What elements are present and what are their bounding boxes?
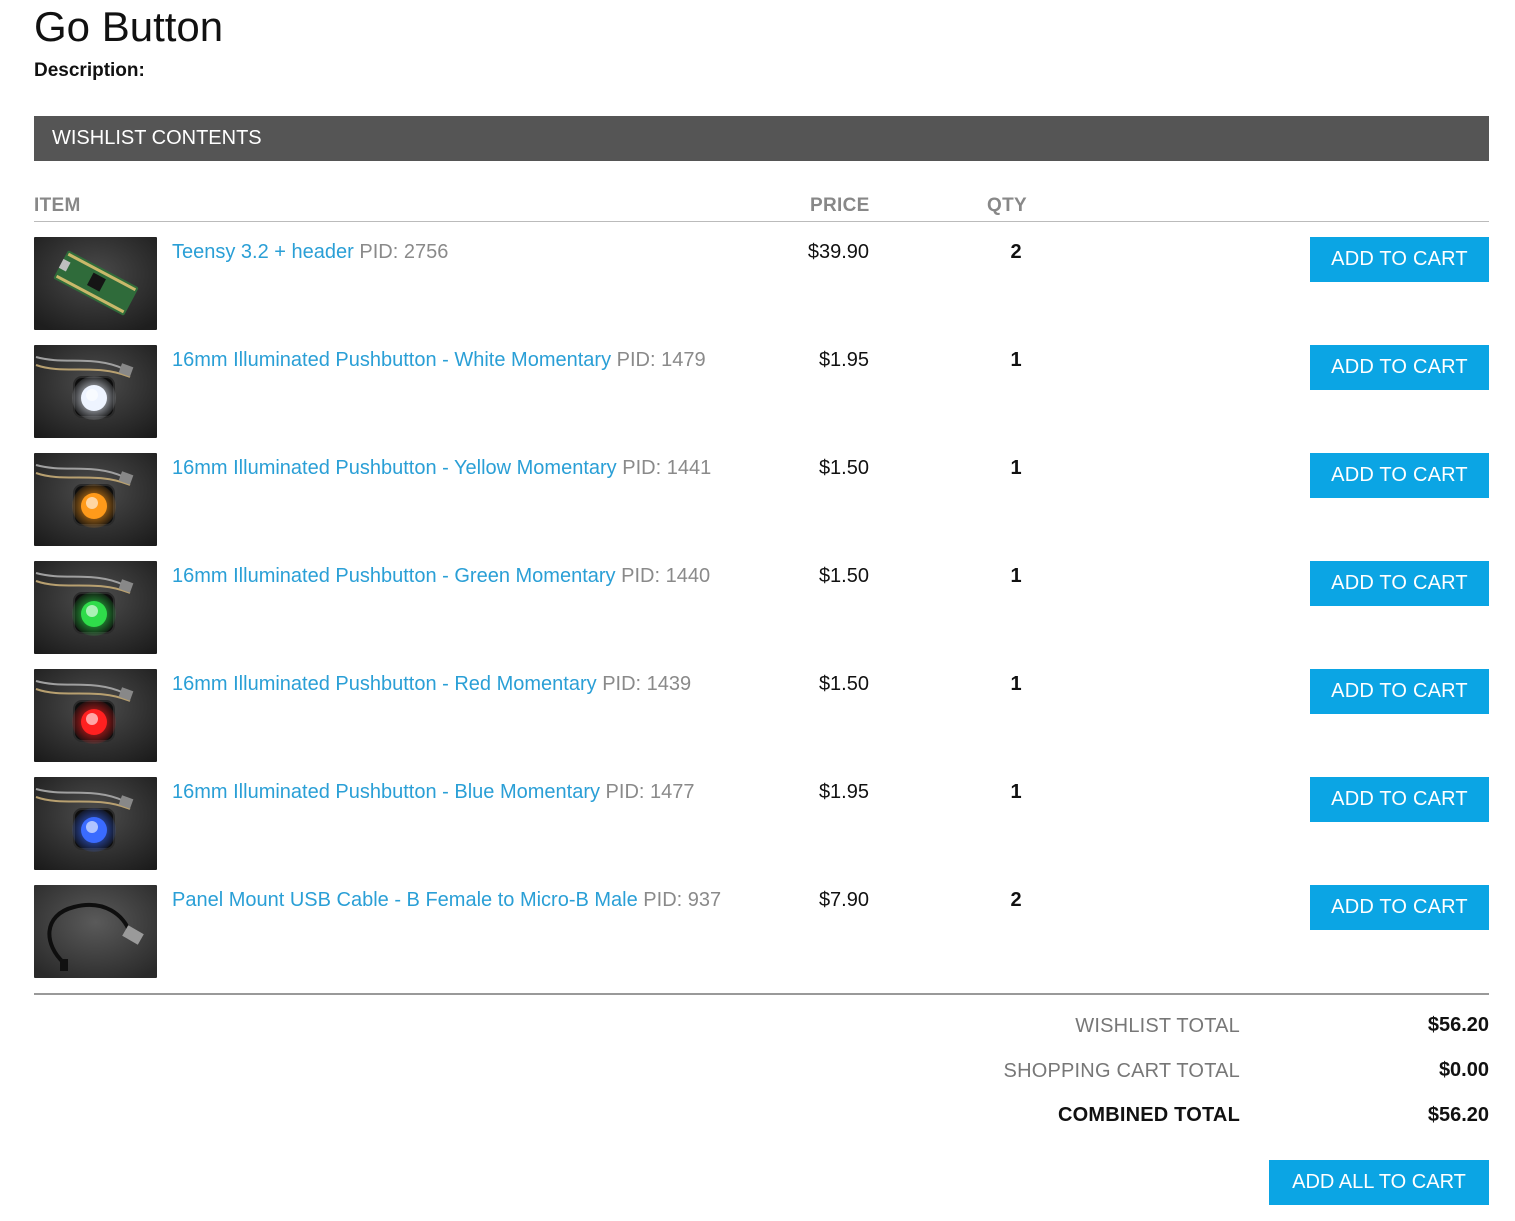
item-name-link[interactable]: 16mm Illuminated Pushbutton - Red Moment… <box>172 673 597 695</box>
item-qty: 1 <box>1010 781 1022 803</box>
blue-pushbutton-thumbnail[interactable] <box>34 777 157 870</box>
column-header-price: PRICE <box>810 195 870 216</box>
pid-label: PID: <box>602 673 642 695</box>
pid-value: 1440 <box>665 565 711 587</box>
column-header-qty: QTY <box>987 195 1027 216</box>
item-qty: 1 <box>1010 457 1022 479</box>
pid-label: PID: <box>621 565 661 587</box>
item-qty: 1 <box>1010 349 1022 371</box>
pid-value: 2756 <box>403 241 449 263</box>
wishlist-total-value: $56.20 <box>1427 1014 1489 1036</box>
yellow-pushbutton-thumbnail[interactable] <box>34 453 157 546</box>
green-pushbutton-thumbnail[interactable] <box>34 561 157 654</box>
add-to-cart-button[interactable]: ADD TO CART <box>1310 345 1489 390</box>
combined-total-label: COMBINED TOTAL <box>1057 1104 1240 1126</box>
item-description: 16mm Illuminated Pushbutton - White Mome… <box>172 345 752 375</box>
item-name-link[interactable]: Teensy 3.2 + header <box>172 241 354 263</box>
item-description: Panel Mount USB Cable - B Female to Micr… <box>172 885 752 915</box>
item-price: $1.95 <box>818 349 869 371</box>
add-all-to-cart-button[interactable]: ADD ALL TO CART <box>1269 1160 1489 1205</box>
combined-total-value: $56.20 <box>1427 1104 1489 1126</box>
pid-label: PID: <box>622 457 662 479</box>
pid-label: PID: <box>359 241 399 263</box>
pid-value: 1477 <box>650 781 695 803</box>
white-pushbutton-thumbnail[interactable] <box>34 345 157 438</box>
item-qty: 1 <box>1010 673 1022 695</box>
pid-label: PID: <box>616 349 656 371</box>
page-title: Go Button <box>34 3 224 50</box>
cart-total-value: $0.00 <box>1438 1059 1489 1081</box>
item-price: $1.50 <box>818 673 869 695</box>
item-price: $1.95 <box>818 781 869 803</box>
add-to-cart-button[interactable]: ADD TO CART <box>1310 453 1489 498</box>
item-price: $39.90 <box>807 241 869 263</box>
item-qty: 2 <box>1010 241 1022 263</box>
description-label: Description: <box>34 60 145 81</box>
item-description: 16mm Illuminated Pushbutton - Red Moment… <box>172 669 752 699</box>
wishlist-row: 16mm Illuminated Pushbutton - Yellow Mom… <box>34 453 1489 546</box>
pid-value: 1439 <box>646 673 692 695</box>
item-price: $1.50 <box>818 457 869 479</box>
footer-divider <box>34 993 1489 995</box>
add-to-cart-button[interactable]: ADD TO CART <box>1310 561 1489 606</box>
wishlist-header: WISHLIST CONTENTS <box>34 116 1489 161</box>
item-description: 16mm Illuminated Pushbutton - Blue Momen… <box>172 777 752 807</box>
item-description: 16mm Illuminated Pushbutton - Green Mome… <box>172 561 752 591</box>
wishlist-row: 16mm Illuminated Pushbutton - White Mome… <box>34 345 1489 438</box>
item-name-link[interactable]: 16mm Illuminated Pushbutton - White Mome… <box>172 349 611 371</box>
item-description: Teensy 3.2 + header PID: 2756 <box>172 237 752 267</box>
pid-label: PID: <box>643 889 683 911</box>
item-price: $1.50 <box>818 565 869 587</box>
wishlist-row: Panel Mount USB Cable - B Female to Micr… <box>34 885 1489 978</box>
item-price: $7.90 <box>818 889 869 911</box>
add-to-cart-button[interactable]: ADD TO CART <box>1310 777 1489 822</box>
add-to-cart-button[interactable]: ADD TO CART <box>1310 237 1489 282</box>
item-name-link[interactable]: 16mm Illuminated Pushbutton - Yellow Mom… <box>172 457 617 479</box>
pid-value: 937 <box>687 889 722 911</box>
wishlist-row: 16mm Illuminated Pushbutton - Red Moment… <box>34 669 1489 762</box>
usb-cable-thumbnail[interactable] <box>34 885 157 978</box>
header-divider <box>34 221 1489 222</box>
pid-value: 1479 <box>661 349 706 371</box>
teensy-board-thumbnail[interactable] <box>34 237 157 330</box>
wishlist-total-label: WISHLIST TOTAL <box>1075 1015 1240 1037</box>
item-name-link[interactable]: 16mm Illuminated Pushbutton - Green Mome… <box>172 565 616 587</box>
add-to-cart-button[interactable]: ADD TO CART <box>1310 885 1489 930</box>
pid-label: PID: <box>605 781 645 803</box>
item-description: 16mm Illuminated Pushbutton - Yellow Mom… <box>172 453 752 483</box>
cart-total-label: SHOPPING CART TOTAL <box>1003 1060 1240 1082</box>
column-header-item: ITEM <box>34 195 81 216</box>
wishlist-row: 16mm Illuminated Pushbutton - Green Mome… <box>34 561 1489 654</box>
wishlist-row: Teensy 3.2 + header PID: 2756 $39.90 2 ADD … <box>34 237 1489 330</box>
add-to-cart-button[interactable]: ADD TO CART <box>1310 669 1489 714</box>
red-pushbutton-thumbnail[interactable] <box>34 669 157 762</box>
pid-value: 1441 <box>666 457 712 479</box>
item-qty: 1 <box>1010 565 1022 587</box>
item-name-link[interactable]: Panel Mount USB Cable - B Female to Micr… <box>172 889 638 911</box>
wishlist-row: 16mm Illuminated Pushbutton - Blue Momen… <box>34 777 1489 870</box>
item-name-link[interactable]: 16mm Illuminated Pushbutton - Blue Momen… <box>172 781 600 803</box>
item-qty: 2 <box>1010 889 1022 911</box>
